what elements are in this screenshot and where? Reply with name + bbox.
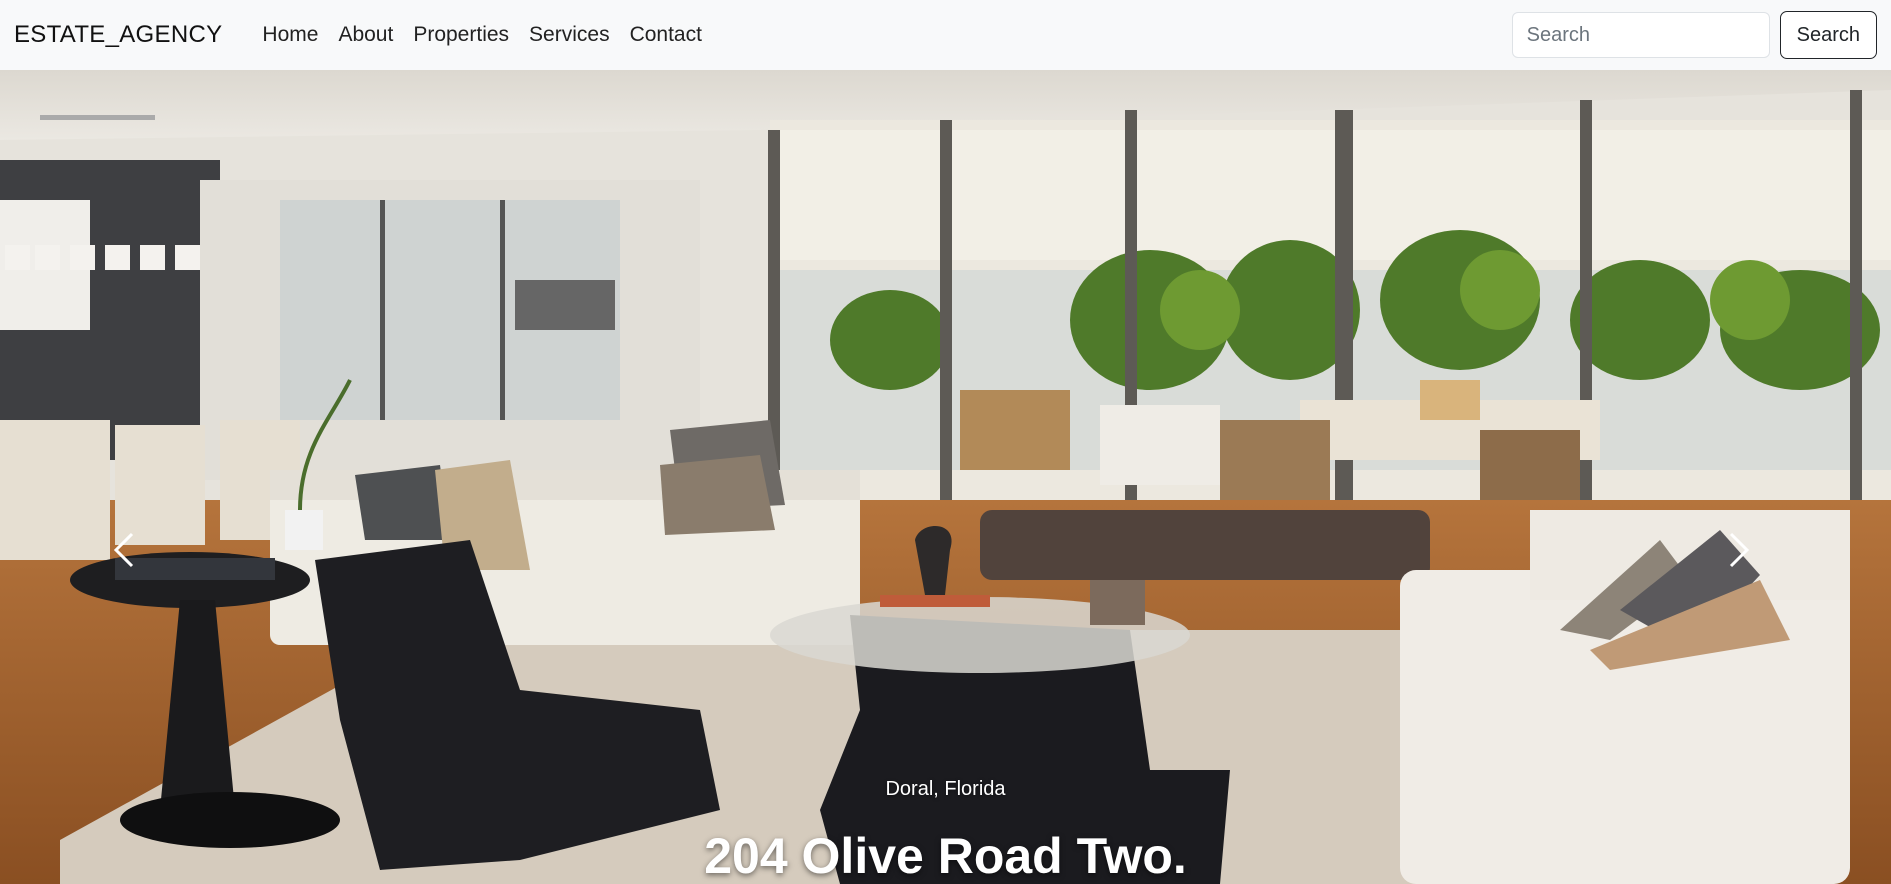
search-button[interactable]: Search xyxy=(1779,11,1877,59)
nav-link-services[interactable]: Services xyxy=(529,23,610,47)
nav-link-contact[interactable]: Contact xyxy=(630,23,702,47)
hero-carousel: Doral, Florida 204 Olive Road Two. xyxy=(0,70,1891,884)
property-title: 204 Olive Road Two. xyxy=(704,828,1187,884)
nav-links: Home About Properties Services Contact xyxy=(262,23,702,47)
search-input[interactable] xyxy=(1511,12,1770,58)
carousel-prev-button[interactable] xyxy=(110,530,170,630)
navbar: ESTATE_AGENCY Home About Properties Serv… xyxy=(0,0,1891,70)
carousel-next-button[interactable] xyxy=(1725,530,1785,630)
nav-link-home[interactable]: Home xyxy=(262,23,318,47)
chevron-right-icon xyxy=(1729,532,1750,568)
nav-link-about[interactable]: About xyxy=(338,23,393,47)
nav-link-properties[interactable]: Properties xyxy=(413,23,509,47)
property-location: Doral, Florida xyxy=(885,778,1006,800)
search-form: Search xyxy=(1511,11,1877,59)
chevron-left-icon xyxy=(113,532,134,568)
brand-logo[interactable]: ESTATE_AGENCY xyxy=(14,21,222,49)
living-room-photo xyxy=(0,70,1891,884)
